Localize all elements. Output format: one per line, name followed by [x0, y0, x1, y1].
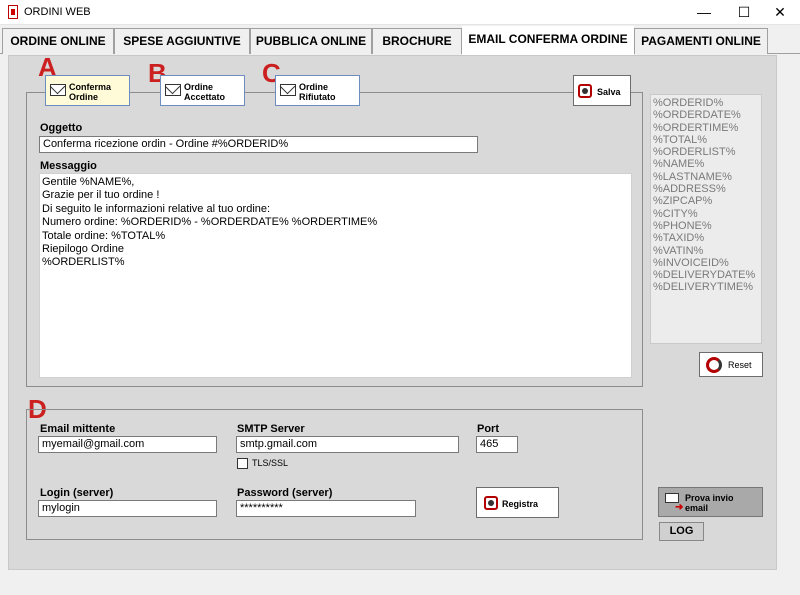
- tab-pubblica-online[interactable]: PUBBLICA ONLINE: [250, 28, 372, 54]
- placeholder-item[interactable]: %LASTNAME%: [653, 171, 759, 183]
- message-line: Numero ordine: %ORDERID% - %ORDERDATE% %…: [42, 216, 378, 229]
- placeholder-item[interactable]: %TOTAL%: [653, 134, 759, 146]
- tab-brochure[interactable]: BROCHURE: [372, 28, 462, 54]
- maximize-button[interactable]: ☐: [724, 0, 764, 25]
- tls-ssl-label: TLS/SSL: [252, 458, 289, 468]
- login-input[interactable]: mylogin: [38, 500, 217, 517]
- message-line: Gentile %NAME%,: [42, 176, 135, 188]
- envelope-icon: [165, 84, 181, 96]
- placeholder-list[interactable]: %ORDERID% %ORDERDATE% %ORDERTIME% %TOTAL…: [650, 94, 762, 344]
- rifiutato-line1: Ordine: [299, 82, 329, 92]
- placeholder-item[interactable]: %TAXID%: [653, 232, 759, 244]
- accettato-line2: Accettato: [184, 92, 226, 102]
- tls-ssl-checkbox[interactable]: [237, 458, 248, 469]
- reset-label: Reset: [728, 360, 752, 370]
- log-button[interactable]: LOG: [659, 522, 704, 541]
- arrow-icon: ➜: [675, 502, 684, 513]
- rifiutato-line2: Rifiutato: [299, 92, 336, 102]
- tab-bar: ORDINE ONLINE SPESE AGGIUNTIVE PUBBLICA …: [0, 26, 800, 55]
- accettato-line1: Ordine: [184, 82, 214, 92]
- test-send-line2: email: [685, 503, 709, 513]
- tab-email-conferma-ordine[interactable]: EMAIL CONFERMA ORDINE: [462, 26, 634, 55]
- envelope-icon: [50, 84, 66, 96]
- ordine-accettato-button[interactable]: Ordine Accettato: [160, 75, 245, 106]
- login-label: Login (server): [40, 487, 114, 499]
- message-line: Riepilogo Ordine: [42, 243, 124, 256]
- smtp-server-label: SMTP Server: [237, 423, 305, 435]
- minimize-button[interactable]: —: [684, 0, 724, 25]
- placeholder-item[interactable]: %NAME%: [653, 158, 759, 170]
- registra-label: Registra: [502, 499, 539, 509]
- placeholder-item[interactable]: %ORDERLIST%: [653, 146, 759, 158]
- window-title: ORDINI WEB: [24, 6, 91, 18]
- tab-ordine-online[interactable]: ORDINE ONLINE: [2, 28, 114, 54]
- placeholder-item[interactable]: %ORDERTIME%: [653, 122, 759, 134]
- placeholder-item[interactable]: %ZIPCAP%: [653, 195, 759, 207]
- placeholder-item[interactable]: %ORDERID%: [653, 97, 759, 109]
- salva-label: Salva: [597, 87, 621, 97]
- test-send-email-button[interactable]: ➜ Prova invio email: [658, 487, 763, 517]
- sender-label: Email mittente: [40, 423, 116, 435]
- conferma-line2: Ordine: [69, 92, 99, 102]
- registra-button[interactable]: Registra: [476, 487, 559, 518]
- sender-email-input[interactable]: myemail@gmail.com: [38, 436, 217, 453]
- placeholder-item[interactable]: %CITY%: [653, 208, 759, 220]
- subject-input[interactable]: Conferma ricezione ordin - Ordine #%ORDE…: [39, 136, 478, 153]
- placeholder-item[interactable]: %PHONE%: [653, 220, 759, 232]
- reset-button[interactable]: Reset: [699, 352, 763, 377]
- envelope-icon: [280, 84, 296, 96]
- message-line: %ORDERLIST%: [42, 256, 125, 269]
- placeholder-item[interactable]: %VATIN%: [653, 245, 759, 257]
- message-line: Di seguito le informazioni relative al t…: [42, 202, 271, 215]
- conferma-line1: Conferma: [69, 82, 112, 92]
- subject-label: Oggetto: [40, 122, 83, 134]
- save-icon: [578, 84, 592, 98]
- placeholder-item[interactable]: %ORDERDATE%: [653, 109, 759, 121]
- placeholder-item[interactable]: %INVOICEID%: [653, 257, 759, 269]
- refresh-icon: [706, 357, 722, 373]
- title-bar: ORDINI WEB — ☐ ✕: [0, 0, 800, 25]
- placeholder-item[interactable]: %ADDRESS%: [653, 183, 759, 195]
- port-input[interactable]: 465: [476, 436, 518, 453]
- smtp-server-input[interactable]: smtp.gmail.com: [236, 436, 459, 453]
- message-line: Grazie per il tuo ordine !: [42, 189, 160, 202]
- message-label: Messaggio: [40, 160, 97, 172]
- tab-pagamenti-online[interactable]: PAGAMENTI ONLINE: [634, 28, 768, 54]
- conferma-ordine-button[interactable]: Conferma Ordine: [45, 75, 130, 106]
- smtp-settings-group: [26, 409, 643, 540]
- tab-spese-aggiuntive[interactable]: SPESE AGGIUNTIVE: [114, 28, 250, 54]
- save-icon: [484, 496, 498, 510]
- port-label: Port: [477, 423, 499, 435]
- test-send-line1: Prova invio: [685, 493, 734, 503]
- ordine-rifiutato-button[interactable]: Ordine Rifiutato: [275, 75, 360, 106]
- app-icon: [8, 5, 18, 19]
- password-input[interactable]: **********: [236, 500, 416, 517]
- password-label: Password (server): [237, 487, 333, 499]
- placeholder-item[interactable]: %DELIVERYDATE%: [653, 269, 759, 281]
- salva-button[interactable]: Salva: [573, 75, 631, 106]
- message-textarea[interactable]: Gentile %NAME%, Grazie per il tuo ordine…: [39, 173, 632, 378]
- message-line: Totale ordine: %TOTAL%: [42, 229, 166, 242]
- placeholder-item[interactable]: %DELIVERYTIME%: [653, 281, 759, 293]
- close-button[interactable]: ✕: [760, 0, 800, 25]
